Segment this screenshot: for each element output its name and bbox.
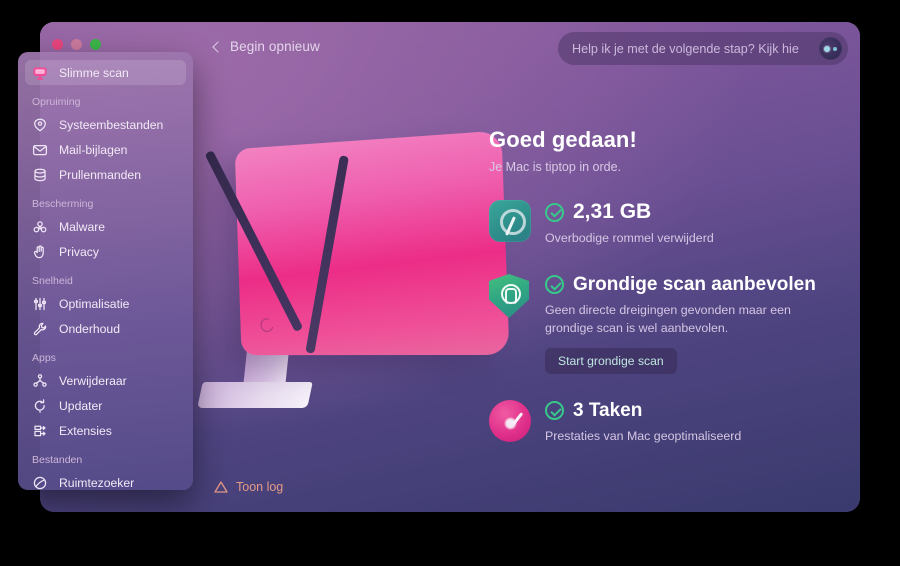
result-heading: Grondige scan aanbevolen: [573, 273, 816, 295]
check-circle-icon: [545, 202, 564, 222]
sidebar-item-mail-bijlagen[interactable]: Mail-bijlagen: [25, 137, 186, 162]
result-heading-row: 2,31 GB: [545, 200, 849, 224]
sidebar: Slimme scan Opruiming Systeembestanden Mail…: [18, 52, 193, 490]
restart-scan-button[interactable]: Begin opnieuw: [208, 36, 326, 57]
imac-foot: [197, 382, 313, 408]
screen: Begin opnieuw Help ik je met de volgende…: [0, 0, 900, 566]
sidebar-item-ruimtezoeker[interactable]: Ruimtezoeker: [25, 470, 186, 490]
sidebar-item-label: Ruimtezoeker: [59, 475, 135, 490]
sidebar-item-label: Systeembestanden: [59, 117, 164, 132]
sidebar-item-onderhoud[interactable]: Onderhoud: [25, 316, 186, 341]
sidebar-item-label: Optimalisatie: [59, 296, 130, 311]
hard-drive-icon: [489, 200, 531, 242]
sidebar-item-malware[interactable]: Malware: [25, 214, 186, 239]
sidebar-item-privacy[interactable]: Privacy: [25, 239, 186, 264]
results-subtitle: Je Mac is tiptop in orde.: [489, 160, 622, 174]
sidebar-item-label: Malware: [59, 219, 106, 234]
sidebar-item-slimme-scan[interactable]: Slimme scan: [25, 60, 186, 85]
sidebar-group-label: Bescherming: [32, 198, 94, 210]
shield-fingerprint-icon: [489, 273, 529, 318]
warning-triangle-icon: [214, 481, 228, 493]
sidebar-group-label: Opruiming: [32, 96, 81, 108]
sidebar-item-label: Updater: [59, 398, 103, 413]
result-description: Geen directe dreigingen gevonden maar ee…: [545, 302, 791, 335]
sidebar-item-label: Slimme scan: [59, 65, 129, 80]
assistant-search-bar[interactable]: Help ik je met de volgende stap? Kijk hi…: [558, 32, 848, 65]
results-title: Goed gedaan!: [489, 127, 637, 152]
imac-screen: [234, 130, 510, 356]
result-heading-row: Grondige scan aanbevolen: [545, 274, 849, 296]
restart-scan-label: Begin opnieuw: [230, 39, 320, 54]
assistant-orb-icon[interactable]: [819, 37, 842, 60]
maximize-button[interactable]: [90, 39, 101, 50]
result-description: Overbodige rommel verwijderd: [545, 231, 714, 245]
result-row-speed: 3 Taken Prestaties van Mac geoptimalisee…: [489, 399, 849, 446]
sidebar-item-updater[interactable]: Updater: [25, 393, 186, 418]
uninstaller-icon: [32, 373, 48, 389]
refresh-icon: [32, 398, 48, 414]
result-heading: 2,31 GB: [573, 200, 652, 223]
sidebar-group-label: Snelheid: [32, 275, 73, 287]
imac-scan-icon: [32, 65, 48, 81]
space-lens-icon: [32, 475, 48, 491]
result-description: Prestaties van Mac geoptimaliseerd: [545, 428, 742, 443]
sidebar-group-label: Bestanden: [32, 454, 83, 466]
hand-privacy-icon: [32, 244, 48, 260]
extensions-icon: [32, 423, 48, 439]
minimize-button[interactable]: [71, 39, 82, 50]
sidebar-item-systeembestanden[interactable]: Systeembestanden: [25, 112, 186, 137]
sidebar-item-label: Verwijderaar: [59, 373, 127, 388]
sliders-icon: [32, 296, 48, 312]
imac-logo: [258, 316, 276, 335]
scan-results-panel: Goed gedaan! Je Mac is tiptop in orde. 2…: [489, 127, 849, 446]
trash-bins-icon: [32, 167, 48, 183]
biohazard-icon: [32, 219, 48, 235]
show-log-label: Toon log: [236, 480, 284, 494]
result-row-protection: Grondige scan aanbevolen Geen directe dr…: [489, 273, 849, 374]
sidebar-group-label: Apps: [32, 352, 56, 364]
window-controls: [52, 39, 101, 50]
sidebar-item-label: Privacy: [59, 244, 99, 259]
sidebar-item-prullenmanden[interactable]: Prullenmanden: [25, 162, 186, 187]
sidebar-item-verwijderaar[interactable]: Verwijderaar: [25, 368, 186, 393]
result-heading: 3 Taken: [573, 399, 643, 421]
sidebar-item-label: Mail-bijlagen: [59, 142, 128, 157]
close-button[interactable]: [52, 39, 63, 50]
imac-with-squeegees-illustration: [190, 130, 520, 430]
show-log-button[interactable]: Toon log: [214, 480, 283, 494]
chevron-left-icon: [212, 40, 224, 53]
sidebar-item-optimalisatie[interactable]: Optimalisatie: [25, 291, 186, 316]
check-circle-icon: [545, 275, 564, 295]
sidebar-item-label: Onderhoud: [59, 321, 120, 336]
sidebar-item-label: Prullenmanden: [59, 167, 141, 182]
result-row-cleanup: 2,31 GB Overbodige rommel verwijderd: [489, 200, 849, 248]
mail-icon: [32, 142, 48, 158]
sidebar-item-extensies[interactable]: Extensies: [25, 418, 186, 443]
speedometer-icon: [489, 399, 531, 442]
check-circle-icon: [545, 401, 564, 421]
system-junk-icon: [32, 117, 48, 133]
assistant-placeholder-text: Help ik je met de volgende stap? Kijk hi…: [572, 41, 799, 56]
sidebar-item-label: Extensies: [59, 423, 112, 438]
start-deep-scan-button[interactable]: Start grondige scan: [545, 347, 677, 374]
wrench-icon: [32, 321, 48, 337]
result-heading-row: 3 Taken: [545, 400, 849, 422]
